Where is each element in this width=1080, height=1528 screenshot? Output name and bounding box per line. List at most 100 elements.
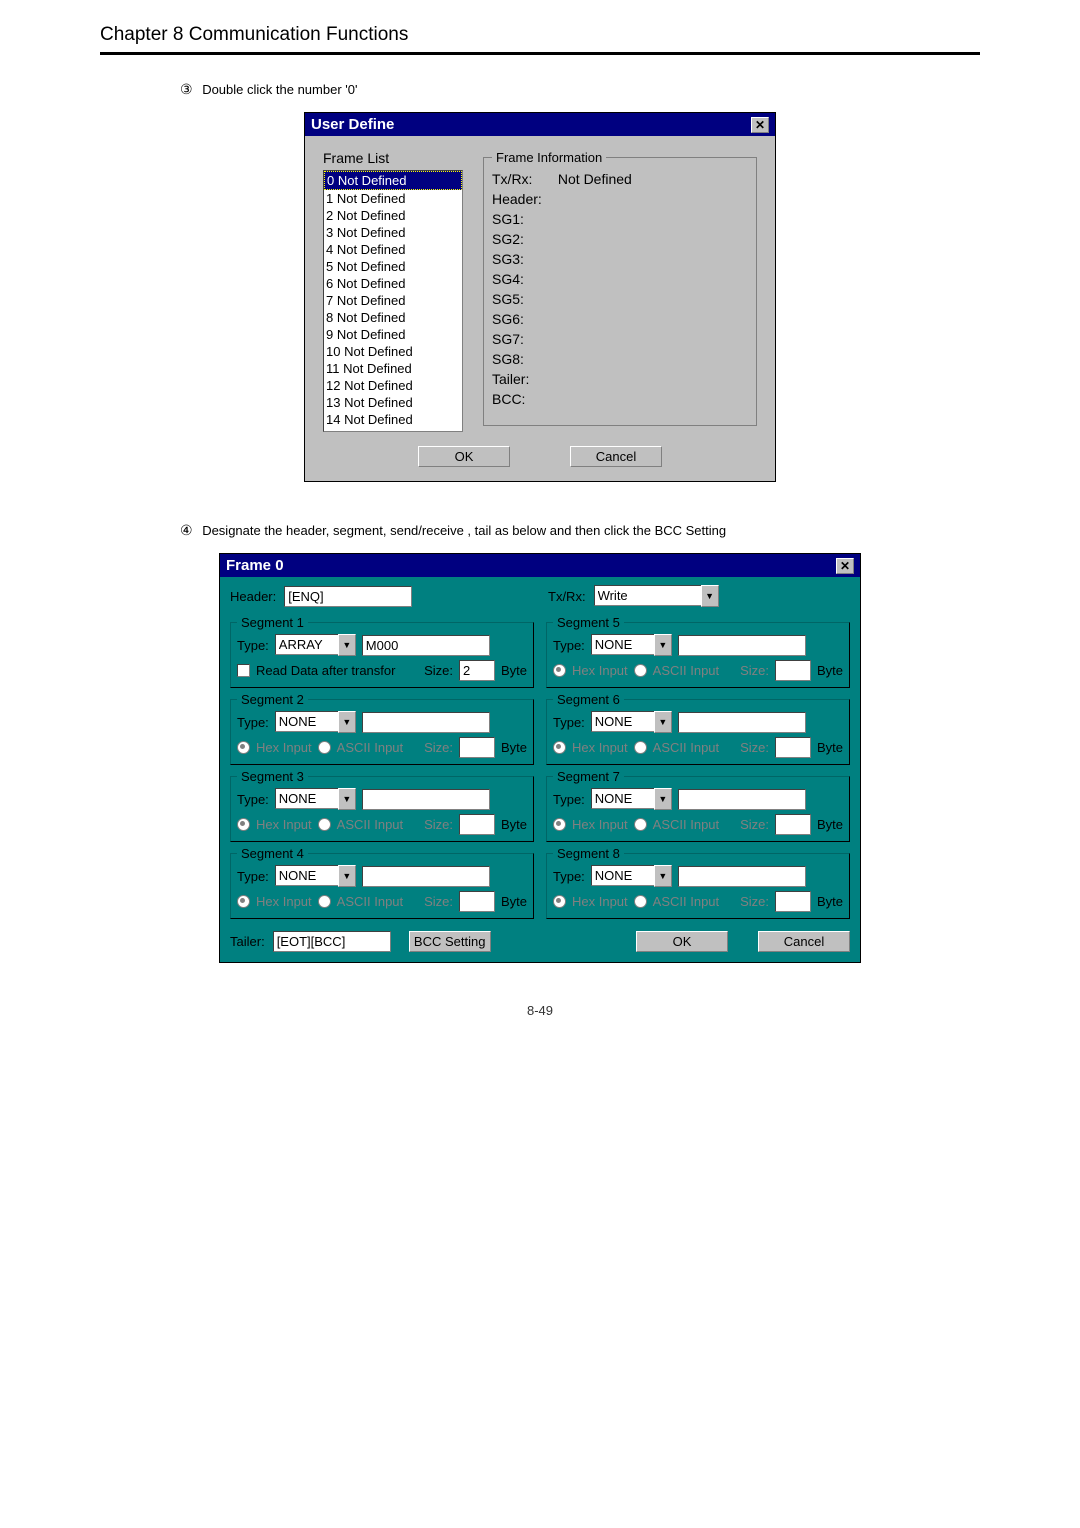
segment-4-type-value[interactable] bbox=[275, 865, 339, 886]
list-item[interactable]: 7 Not Defined bbox=[324, 292, 462, 309]
hex-input-label: Hex Input bbox=[256, 817, 312, 832]
hex-input-radio bbox=[237, 895, 250, 908]
frame-list[interactable]: 0 Not Defined1 Not Defined2 Not Defined3… bbox=[323, 170, 463, 432]
segment-3-group: Segment 3Type:▼Hex InputASCII InputSize:… bbox=[230, 769, 534, 842]
segment-1-field-input[interactable] bbox=[362, 635, 490, 656]
list-item[interactable]: 10 Not Defined bbox=[324, 343, 462, 360]
tailer-input[interactable] bbox=[273, 931, 391, 952]
segment-3-size-input bbox=[459, 814, 495, 835]
chevron-down-icon[interactable]: ▼ bbox=[338, 788, 356, 810]
segment-2-type-value[interactable] bbox=[275, 711, 339, 732]
frame-info-row: SG8: bbox=[492, 351, 748, 367]
segment-8-type-value[interactable] bbox=[591, 865, 655, 886]
frame-0-titlebar: Frame 0 ✕ bbox=[220, 554, 860, 577]
list-item[interactable]: 15 Not Defined bbox=[324, 428, 462, 432]
ok-button[interactable]: OK bbox=[636, 931, 728, 952]
chevron-down-icon[interactable]: ▼ bbox=[654, 711, 672, 733]
header-input[interactable] bbox=[284, 586, 412, 607]
hex-input-label: Hex Input bbox=[572, 817, 628, 832]
segment-7-type-select[interactable]: ▼ bbox=[591, 788, 672, 810]
hex-input-label: Hex Input bbox=[572, 740, 628, 755]
step-4-text: Designate the header, segment, send/rece… bbox=[202, 523, 726, 538]
type-label: Type: bbox=[237, 638, 269, 653]
type-label: Type: bbox=[553, 792, 585, 807]
chevron-down-icon[interactable]: ▼ bbox=[338, 711, 356, 733]
segment-5-legend: Segment 5 bbox=[553, 615, 624, 630]
segment-7-type-value[interactable] bbox=[591, 788, 655, 809]
cancel-button[interactable]: Cancel bbox=[758, 931, 850, 952]
user-define-dialog: User Define ✕ Frame List 0 Not Defined1 … bbox=[304, 112, 776, 482]
cancel-button[interactable]: Cancel bbox=[570, 446, 662, 467]
list-item[interactable]: 1 Not Defined bbox=[324, 190, 462, 207]
chevron-down-icon[interactable]: ▼ bbox=[654, 788, 672, 810]
list-item[interactable]: 3 Not Defined bbox=[324, 224, 462, 241]
byte-label: Byte bbox=[817, 740, 843, 755]
frame-info-row: SG5: bbox=[492, 291, 748, 307]
segment-7-field-input[interactable] bbox=[678, 789, 806, 810]
frame-info-row: SG2: bbox=[492, 231, 748, 247]
segment-4-type-select[interactable]: ▼ bbox=[275, 865, 356, 887]
chapter-title: Chapter 8 Communication Functions bbox=[100, 24, 980, 55]
segment-1-type-select[interactable]: ▼ bbox=[275, 634, 356, 656]
step-4: ④ Designate the header, segment, send/re… bbox=[180, 522, 980, 539]
list-item[interactable]: 8 Not Defined bbox=[324, 309, 462, 326]
segment-4-field-input[interactable] bbox=[362, 866, 490, 887]
list-item[interactable]: 5 Not Defined bbox=[324, 258, 462, 275]
byte-label: Byte bbox=[501, 740, 527, 755]
list-item[interactable]: 11 Not Defined bbox=[324, 360, 462, 377]
segment-3-type-select[interactable]: ▼ bbox=[275, 788, 356, 810]
close-icon[interactable]: ✕ bbox=[751, 117, 769, 133]
chevron-down-icon[interactable]: ▼ bbox=[338, 865, 356, 887]
step-3-num: ③ bbox=[180, 81, 193, 97]
segment-5-type-select[interactable]: ▼ bbox=[591, 634, 672, 656]
bcc-setting-button[interactable]: BCC Setting bbox=[409, 931, 491, 952]
segment-6-field-input[interactable] bbox=[678, 712, 806, 733]
byte-label: Byte bbox=[501, 817, 527, 832]
list-item[interactable]: 0 Not Defined bbox=[324, 171, 462, 190]
ascii-input-radio bbox=[318, 895, 331, 908]
list-item[interactable]: 6 Not Defined bbox=[324, 275, 462, 292]
chevron-down-icon[interactable]: ▼ bbox=[654, 634, 672, 656]
ok-button[interactable]: OK bbox=[418, 446, 510, 467]
list-item[interactable]: 9 Not Defined bbox=[324, 326, 462, 343]
segment-5-type-value[interactable] bbox=[591, 634, 655, 655]
frame-info-row: BCC: bbox=[492, 391, 748, 407]
chevron-down-icon[interactable]: ▼ bbox=[701, 585, 719, 607]
tailer-label: Tailer: bbox=[230, 934, 265, 949]
segment-1-type-value[interactable] bbox=[275, 634, 339, 655]
segment-5-group: Segment 5Type:▼Hex InputASCII InputSize:… bbox=[546, 615, 850, 688]
segment-6-type-select[interactable]: ▼ bbox=[591, 711, 672, 733]
close-icon[interactable]: ✕ bbox=[836, 558, 854, 574]
segment-6-type-value[interactable] bbox=[591, 711, 655, 732]
txrx-value[interactable] bbox=[594, 585, 702, 606]
segment-3-field-input[interactable] bbox=[362, 789, 490, 810]
segment-1-group: Segment 1Type:▼Read Data after transforS… bbox=[230, 615, 534, 688]
segment-2-field-input[interactable] bbox=[362, 712, 490, 733]
ascii-input-radio bbox=[318, 818, 331, 831]
segment-3-type-value[interactable] bbox=[275, 788, 339, 809]
frame-information-group: Frame Information Tx/Rx: Not DefinedHead… bbox=[483, 150, 757, 426]
segment-5-field-input[interactable] bbox=[678, 635, 806, 656]
list-item[interactable]: 13 Not Defined bbox=[324, 394, 462, 411]
chevron-down-icon[interactable]: ▼ bbox=[338, 634, 356, 656]
size-label: Size: bbox=[424, 817, 453, 832]
chevron-down-icon[interactable]: ▼ bbox=[654, 865, 672, 887]
list-item[interactable]: 14 Not Defined bbox=[324, 411, 462, 428]
txrx-select[interactable]: ▼ bbox=[594, 585, 719, 607]
segment-2-type-select[interactable]: ▼ bbox=[275, 711, 356, 733]
size-label: Size: bbox=[740, 663, 769, 678]
ascii-input-radio bbox=[634, 741, 647, 754]
segment-2-group: Segment 2Type:▼Hex InputASCII InputSize:… bbox=[230, 692, 534, 765]
segment-1-size-input[interactable] bbox=[459, 660, 495, 681]
segment-8-field-input[interactable] bbox=[678, 866, 806, 887]
byte-label: Byte bbox=[817, 894, 843, 909]
hex-input-radio bbox=[553, 741, 566, 754]
header-label: Header: bbox=[230, 589, 276, 604]
segment-8-type-select[interactable]: ▼ bbox=[591, 865, 672, 887]
list-item[interactable]: 2 Not Defined bbox=[324, 207, 462, 224]
frame-info-row: Tailer: bbox=[492, 371, 748, 387]
list-item[interactable]: 12 Not Defined bbox=[324, 377, 462, 394]
read-after-checkbox[interactable] bbox=[237, 664, 250, 677]
list-item[interactable]: 4 Not Defined bbox=[324, 241, 462, 258]
step-3: ③ Double click the number '0' bbox=[180, 81, 980, 98]
